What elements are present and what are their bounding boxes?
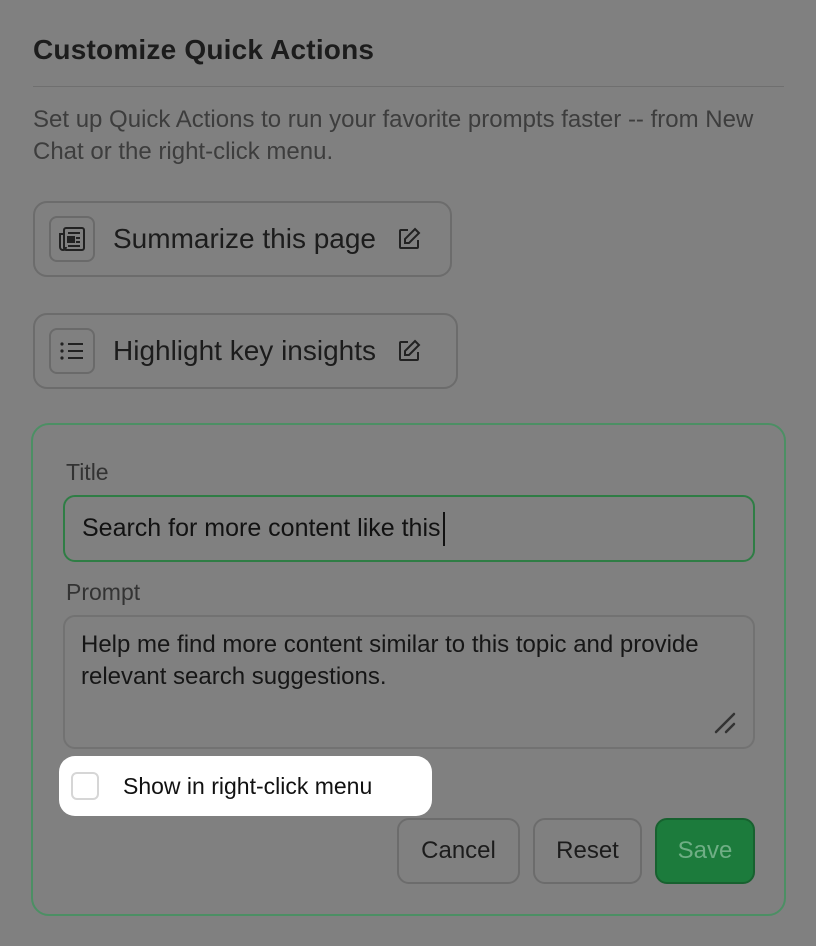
quick-action-highlight[interactable]: Highlight key insights xyxy=(33,313,458,389)
cancel-button[interactable]: Cancel xyxy=(397,818,520,884)
title-divider xyxy=(33,86,784,87)
page-title: Customize Quick Actions xyxy=(33,34,375,65)
prompt-field-label: Prompt xyxy=(66,579,141,605)
prompt-textarea[interactable]: Help me find more content similar to thi… xyxy=(63,615,755,749)
title-input-value: Search for more content like this xyxy=(82,514,441,542)
quick-action-label: Summarize this page xyxy=(113,223,377,254)
save-button[interactable]: Save xyxy=(655,818,755,884)
newspaper-icon xyxy=(49,216,95,262)
edit-icon[interactable] xyxy=(396,338,422,364)
resize-grip-icon[interactable] xyxy=(713,711,737,735)
text-caret xyxy=(442,511,445,546)
right-click-menu-checkbox[interactable] xyxy=(71,772,99,800)
reset-button[interactable]: Reset xyxy=(533,818,642,884)
quick-action-summarize[interactable]: Summarize this page xyxy=(33,201,452,277)
title-input[interactable]: Search for more content like this xyxy=(63,495,755,562)
list-icon xyxy=(49,328,95,374)
prompt-textarea-value: Help me find more content similar to thi… xyxy=(81,631,699,690)
quick-action-editor: Title Search for more content like this … xyxy=(31,423,786,916)
page-description: Set up Quick Actions to run your favorit… xyxy=(33,106,754,165)
quick-action-label: Highlight key insights xyxy=(113,335,377,366)
edit-icon[interactable] xyxy=(396,226,422,252)
right-click-menu-option[interactable]: Show in right-click menu xyxy=(59,756,432,816)
title-field-label: Title xyxy=(66,459,109,485)
checkbox-label: Show in right-click menu xyxy=(123,772,373,799)
